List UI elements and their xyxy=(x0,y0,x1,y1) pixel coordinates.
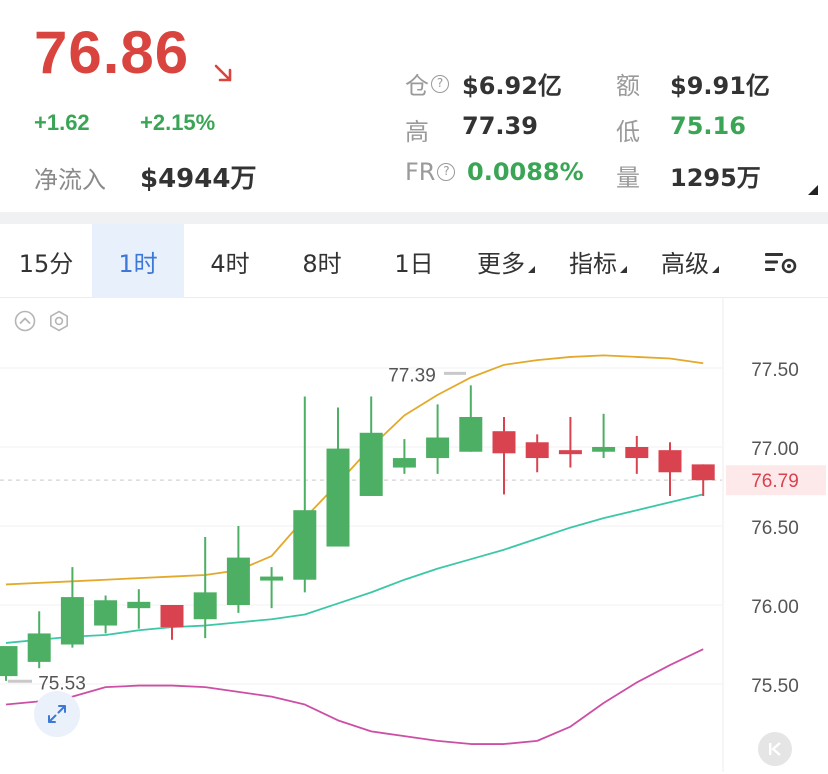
candle-body xyxy=(459,416,483,452)
funding-rate-value: 0.0088% xyxy=(467,158,584,186)
candle-body xyxy=(558,450,582,455)
volume-label: 量 xyxy=(616,164,640,192)
interval-tabs: 15分 1时 4时 8时 1日 更多 指标 高级 xyxy=(0,224,828,298)
jump-to-latest-icon xyxy=(769,742,781,756)
high-label: 高 xyxy=(405,118,429,146)
candle-body xyxy=(193,592,217,620)
y-tick-label: 76.50 xyxy=(751,518,799,539)
tab-4h[interactable]: 4时 xyxy=(184,224,276,298)
volume-value: 1295万 xyxy=(670,164,761,192)
y-tick-label: 77.50 xyxy=(751,360,799,381)
tab-15m[interactable]: 15分 xyxy=(0,224,92,298)
netflow-label: 净流入 xyxy=(34,166,106,194)
current-price-label: 76.79 xyxy=(751,471,799,492)
candle-body xyxy=(27,633,51,662)
candle-body xyxy=(226,557,250,605)
candle-body xyxy=(658,450,682,473)
expand-icon xyxy=(48,705,66,723)
candle-body xyxy=(592,447,616,452)
price-change: +1.62 xyxy=(34,110,90,135)
arrow-down-right-icon xyxy=(214,64,232,82)
high-value: 77.39 xyxy=(462,112,538,140)
hexagon-settings-icon[interactable] xyxy=(48,310,70,332)
tab-indicators[interactable]: 指标 xyxy=(552,224,644,298)
candle-body xyxy=(60,597,84,645)
candle-body xyxy=(625,447,649,459)
tab-8h[interactable]: 8时 xyxy=(276,224,368,298)
help-icon[interactable]: ? xyxy=(437,163,456,181)
candle-body xyxy=(691,464,715,481)
y-tick-label: 77.00 xyxy=(751,439,799,460)
candle-body xyxy=(492,431,516,454)
low-value: 75.16 xyxy=(670,112,746,140)
netflow-value: $4944万 xyxy=(140,164,257,194)
turnover-label: 额 xyxy=(616,72,640,100)
jump-to-latest-button[interactable] xyxy=(758,732,792,766)
high-marker-label: 77.39 xyxy=(388,365,436,386)
open-interest-value: $6.92亿 xyxy=(462,72,562,100)
collapse-up-icon[interactable] xyxy=(14,310,36,332)
candle-body xyxy=(392,458,416,468)
turnover-value: $9.91亿 xyxy=(670,72,770,100)
candle-body xyxy=(525,442,549,459)
help-icon[interactable]: ? xyxy=(431,74,449,93)
candle-body xyxy=(293,510,317,580)
dropdown-caret-icon xyxy=(528,265,535,273)
y-tick-label: 75.50 xyxy=(751,676,799,697)
lower-band-line xyxy=(5,648,704,745)
dropdown-caret-icon xyxy=(620,265,627,273)
last-price: 76.86 xyxy=(34,19,190,86)
candle-body xyxy=(94,600,118,626)
low-label: 低 xyxy=(616,118,640,146)
candle-body xyxy=(127,601,151,609)
tab-more[interactable]: 更多 xyxy=(460,224,552,298)
tab-1h[interactable]: 1时 xyxy=(92,224,184,298)
candle-body xyxy=(326,448,350,547)
candle-body xyxy=(0,646,18,677)
section-divider xyxy=(0,212,828,224)
funding-rate-label: FR ? xyxy=(405,158,456,186)
y-tick-label: 76.00 xyxy=(751,597,799,618)
chart-settings-icon[interactable] xyxy=(764,250,798,274)
candle-body xyxy=(426,437,450,459)
price-change-percent: +2.15% xyxy=(140,110,216,135)
tab-1d[interactable]: 1日 xyxy=(368,224,460,298)
expand-corner-icon[interactable] xyxy=(808,185,818,195)
upper-band-line xyxy=(5,354,704,586)
candle-body xyxy=(260,576,284,581)
tab-advanced[interactable]: 高级 xyxy=(644,224,736,298)
price-chart[interactable]: 77.50 77.00 76.50 76.00 75.50 76.79 77.39 75.53 xyxy=(0,298,828,774)
candlestick-chart[interactable]: 77.5077.0076.5076.0075.5076.7977.3975.53 xyxy=(0,298,828,774)
dropdown-caret-icon xyxy=(712,265,719,273)
candle-body xyxy=(359,432,383,496)
open-interest-label: 仓 ? xyxy=(405,66,449,101)
quote-header: 76.86 +1.62 +2.15% 净流入 $4944万 仓 ? $6.92亿… xyxy=(0,0,828,212)
candle-body xyxy=(160,605,184,628)
zoom-toggle-button[interactable] xyxy=(34,691,80,737)
